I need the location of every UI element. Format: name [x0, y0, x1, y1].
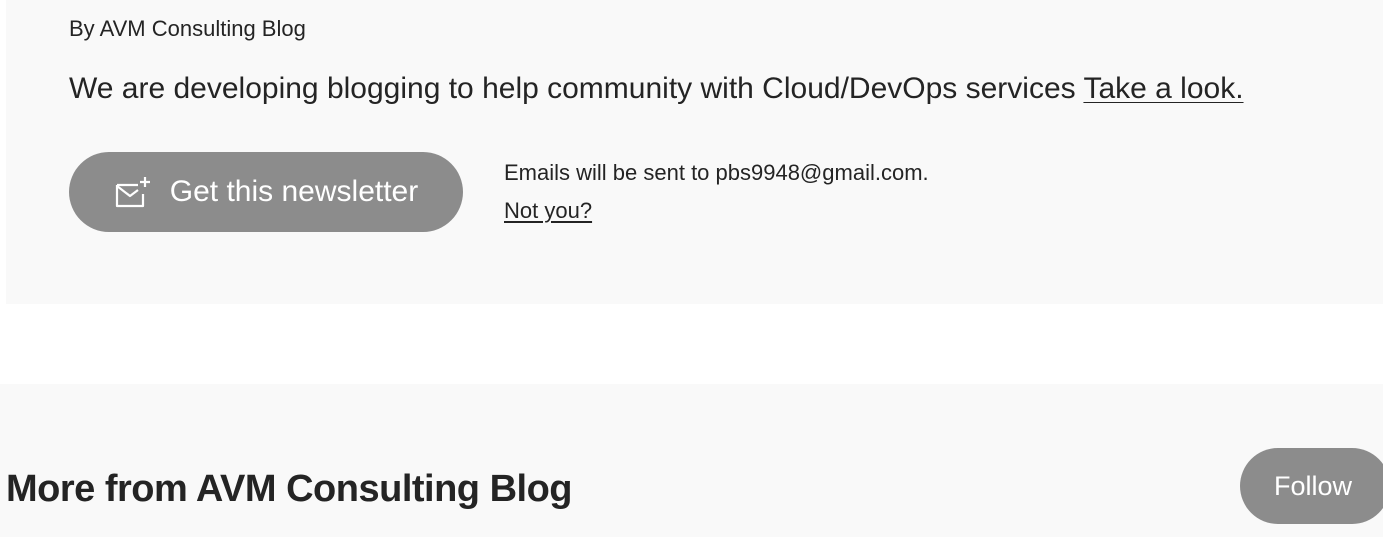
- email-note: Emails will be sent to pbs9948@gmail.com…: [504, 160, 929, 185]
- follow-button[interactable]: Follow: [1240, 448, 1383, 524]
- take-a-look-link[interactable]: Take a look.: [1083, 72, 1243, 105]
- newsletter-card: By AVM Consulting Blog We are developing…: [6, 0, 1383, 304]
- byline: By AVM Consulting Blog: [69, 16, 306, 41]
- more-from-section: More from AVM Consulting Blog Follow: [0, 384, 1383, 537]
- mail-plus-icon: [114, 175, 152, 209]
- newsletter-description: We are developing blogging to help commu…: [69, 70, 1244, 108]
- get-newsletter-button[interactable]: Get this newsletter: [69, 152, 463, 232]
- not-you-link[interactable]: Not you?: [504, 196, 592, 226]
- more-from-title: More from AVM Consulting Blog: [6, 468, 573, 510]
- page: By AVM Consulting Blog We are developing…: [0, 0, 1383, 537]
- description-text: We are developing blogging to help commu…: [69, 72, 1076, 105]
- get-newsletter-label: Get this newsletter: [169, 175, 419, 208]
